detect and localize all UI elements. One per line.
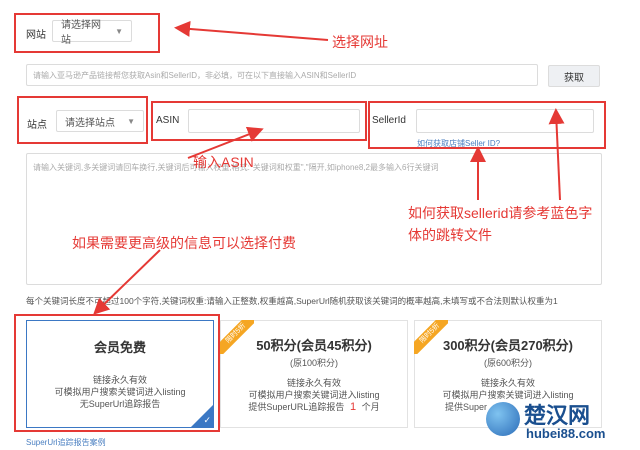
plan-desc-line: 链接永久有效 — [92, 375, 147, 385]
plan-card-50[interactable]: 限时5折 50积分(会员45积分) (原100积分) 链接永久有效 可模拟用户搜… — [220, 320, 408, 428]
asin-input[interactable] — [188, 109, 360, 133]
site-select-value: 请选择网站 — [61, 20, 101, 46]
watermark-globe-icon — [486, 402, 520, 436]
report-suffix: 个月 — [361, 402, 380, 412]
sellerid-label: SellerId — [372, 115, 406, 126]
check-icon: ✓ — [203, 415, 211, 425]
site-label: 网站 — [26, 30, 46, 41]
station-select[interactable]: 请选择站点 ▼ — [56, 110, 144, 132]
watermark-logo: 楚汉网 hubei88.com — [486, 396, 636, 446]
annotation-paid-note: 如果需要更高级的信息可以选择付费 — [72, 235, 296, 251]
plan-original-price: (原100积分) — [289, 358, 338, 368]
annotation-sellerid-help-2: 体的跳转文件 — [408, 227, 492, 243]
plan-report-line: 提供SuperURL追踪报告 1 个月 — [221, 401, 407, 413]
plan-card-free[interactable]: 会员免费 链接永久有效 可模拟用户搜索关键词进入listing 无SuperUr… — [26, 320, 214, 428]
plan-desc-line: 链接永久有效 — [480, 378, 535, 388]
arrow-to-site — [174, 20, 329, 41]
plan-desc-line: 可模拟用户搜索关键词进入listing — [248, 390, 380, 400]
plan-original-price: (原600积分) — [483, 358, 532, 368]
product-url-input[interactable]: 请输入亚马逊产品链接帮您获取Asin和SellerID，非必填，可在以下直接输入… — [26, 64, 538, 86]
discount-badge: 限时5折 — [220, 320, 254, 354]
annotation-enter-asin: 输入ASIN — [193, 154, 254, 170]
product-url-placeholder: 请输入亚马逊产品链接帮您获取Asin和SellerID，非必填，可在以下直接输入… — [33, 70, 357, 80]
plan-desc-line: 链接永久有效 — [286, 378, 341, 388]
annotation-sellerid-help-1: 如何获取sellerid请参考蓝色字 — [408, 205, 593, 221]
keywords-hint: 每个关键词长度不可超过100个字符,关键词权重:请输入正整数,权重越高,Supe… — [26, 296, 558, 306]
report-months-number: 1 — [349, 401, 357, 413]
discount-badge: 限时5折 — [414, 320, 448, 354]
station-select-value: 请选择站点 — [65, 117, 115, 129]
sellerid-help-link[interactable]: 如何获取店铺Seller ID? — [417, 138, 500, 149]
report-prefix: 提供SuperURL追踪报告 — [248, 402, 345, 412]
watermark-url: hubei88.com — [526, 426, 606, 441]
fetch-button[interactable]: 获取 — [548, 65, 600, 87]
site-select[interactable]: 请选择网站 ▼ — [52, 20, 132, 46]
plan-title: 会员免费 — [93, 340, 146, 355]
report-example-link[interactable]: SuperUrl追踪报告案例 — [26, 437, 106, 448]
plan-desc-line: 可模拟用户搜索关键词进入listing — [54, 387, 186, 397]
plan-desc-line: 无SuperUrl追踪报告 — [79, 399, 161, 409]
annotation-select-site: 选择网址 — [332, 34, 388, 50]
station-label: 站点 — [27, 120, 47, 131]
chevron-down-icon: ▼ — [127, 116, 135, 126]
chevron-down-icon: ▼ — [115, 26, 123, 36]
asin-label: ASIN — [156, 115, 180, 126]
sellerid-input[interactable] — [416, 109, 594, 133]
